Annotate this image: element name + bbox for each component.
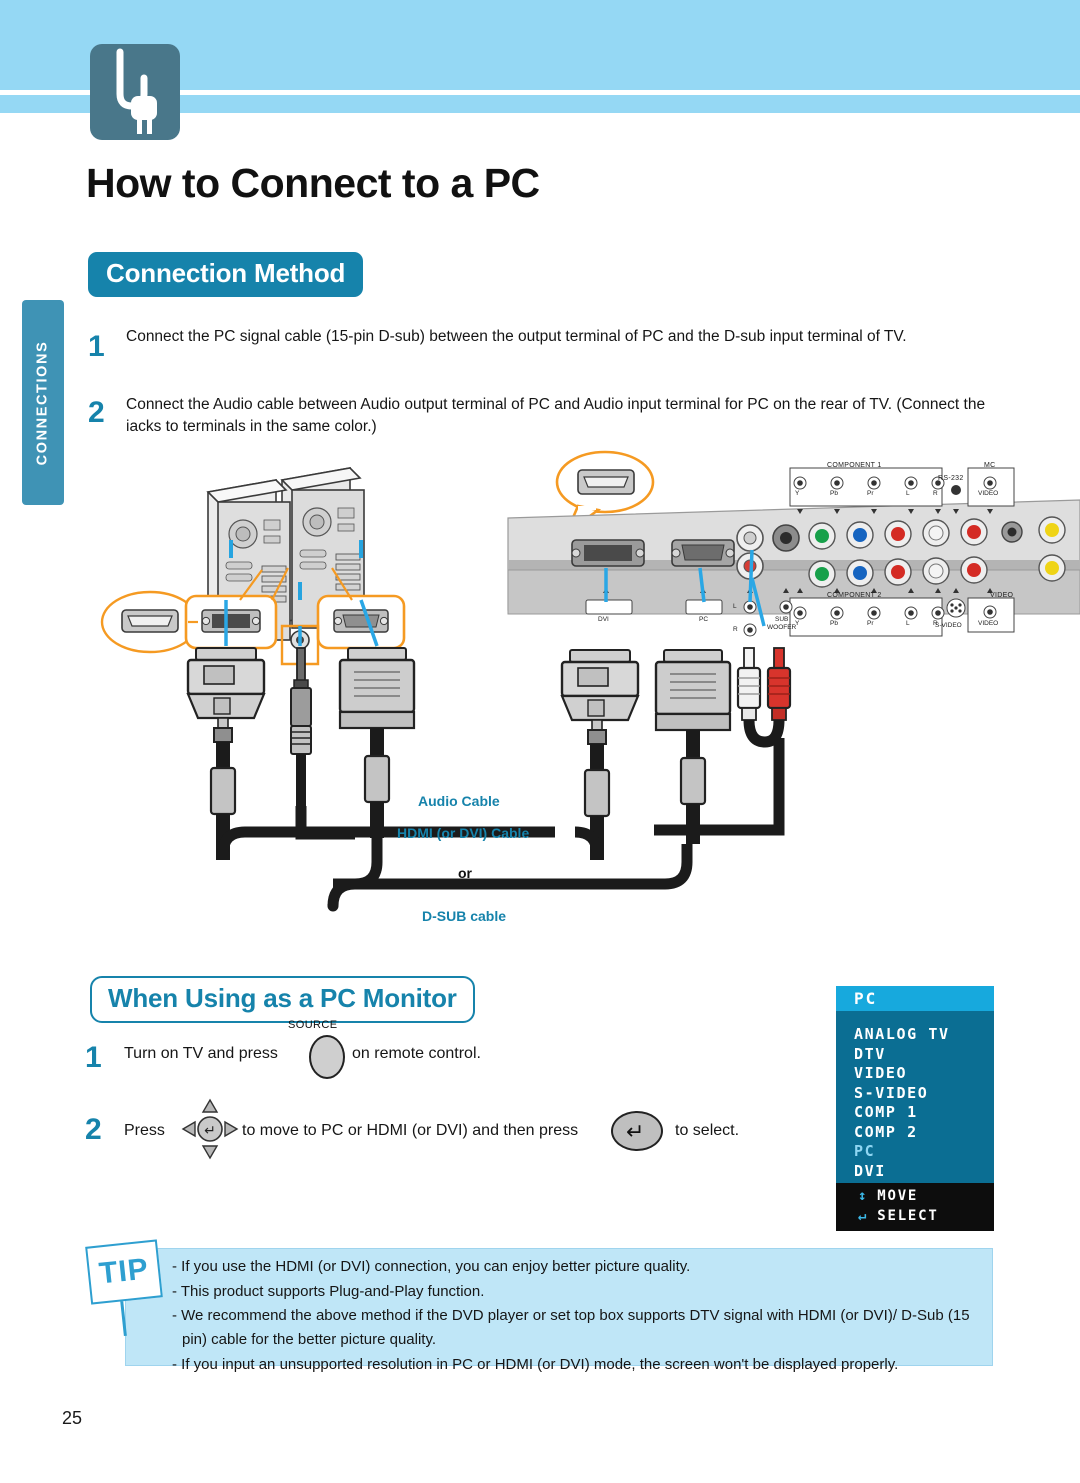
monitor-step-2-text-middle: to move to PC or HDMI (or DVI) and then … <box>242 1122 579 1139</box>
panel-label-svideo: S-VIDEO <box>935 622 962 629</box>
panel-label-pc: PC <box>699 616 709 623</box>
source-button-label: SOURCE <box>288 1019 338 1031</box>
monitor-step-2-text-after: to select. <box>675 1122 740 1139</box>
dpad-button[interactable]: ↵ <box>181 1098 239 1160</box>
vga-cable-plug <box>338 647 416 838</box>
panel-label-audio-l: L <box>733 603 737 610</box>
osd-footer-select-label: SELECT <box>877 1208 939 1225</box>
panel-jack-c1-pb: Pb <box>830 490 838 497</box>
panel-jack-c2-pr: Pr <box>867 620 874 627</box>
step-text-2: Connect the Audio cable between Audio ou… <box>126 396 986 435</box>
osd-item-dtv[interactable]: DTV <box>854 1045 994 1065</box>
panel-group-mc: MC <box>984 462 996 469</box>
monitor-step-1-text-after: on remote control. <box>352 1045 481 1062</box>
step-number-1: 1 <box>88 330 105 363</box>
svg-text:↵: ↵ <box>204 1123 216 1139</box>
panel-jack-c2-pb: Pb <box>830 620 838 627</box>
osd-item-pc[interactable]: PC <box>854 1142 994 1162</box>
panel-jack-c1-l: L <box>906 490 910 497</box>
dsub-cable-path <box>333 844 693 890</box>
dvi-port-callout <box>184 594 278 650</box>
tv-vga-port <box>671 539 735 567</box>
panel-group-video: VIDEO <box>990 592 1014 599</box>
osd-item-list: ANALOG TV DTV VIDEO S-VIDEO COMP 1 COMP … <box>836 1011 994 1201</box>
panel-label-subwoofer-2: WOOFER <box>767 624 797 631</box>
tv-video-jack-top <box>1038 516 1066 544</box>
cable-label-audio: Audio Cable <box>418 793 500 809</box>
panel-jack-c2-l: L <box>906 620 910 627</box>
dvi-cable-plug-tv-side <box>560 649 640 860</box>
monitor-step-2-text-before: Press <box>124 1122 165 1139</box>
cable-label-or: or <box>458 865 472 881</box>
tip-bullet-2: - This product supports Plug-and-Play fu… <box>172 1282 485 1300</box>
enter-icon: ↵ <box>626 1119 645 1144</box>
osd-title: PC <box>836 986 994 1011</box>
osd-item-comp-1[interactable]: COMP 1 <box>854 1103 994 1123</box>
updown-arrow-icon: ↕ <box>858 1188 869 1204</box>
panel-label-audio-r: R <box>733 626 738 633</box>
cable-label-dsub: D-SUB cable <box>422 908 507 924</box>
osd-item-video[interactable]: VIDEO <box>854 1064 994 1084</box>
monitor-step-number-2: 2 <box>85 1113 102 1146</box>
panel-jack-c1-y: Y <box>795 490 800 497</box>
enter-arrow-icon: ↵ <box>858 1208 869 1225</box>
page-title: How to Connect to a PC <box>86 160 540 206</box>
osd-item-s-video[interactable]: S-VIDEO <box>854 1084 994 1104</box>
page-number: 25 <box>62 1408 83 1428</box>
panel-label-dvi: DVI <box>598 616 609 623</box>
step-number-2: 2 <box>88 396 105 429</box>
section-heading-pc-monitor: When Using as a PC Monitor <box>90 976 475 1023</box>
panel-group-component2: COMPONENT 2 <box>827 592 882 599</box>
cable-label-hdmi: HDMI (or DVI) Cable <box>397 825 530 841</box>
tip-bullet-3: - We recommend the above method if the D… <box>172 1307 970 1349</box>
tip-bullet-1: - If you use the HDMI (or DVI) connectio… <box>172 1258 691 1275</box>
source-button[interactable] <box>309 1035 345 1079</box>
osd-item-analog-tv[interactable]: ANALOG TV <box>854 1025 994 1045</box>
tip-bullet-4: - If you input an unsupported resolution… <box>172 1355 899 1373</box>
section-heading-connection-method: Connection Method <box>88 252 364 297</box>
tv-dvi-port <box>571 539 645 567</box>
osd-item-comp-2[interactable]: COMP 2 <box>854 1123 994 1143</box>
osd-item-dvi[interactable]: DVI <box>854 1162 994 1182</box>
osd-footer-move-label: MOVE <box>877 1188 919 1204</box>
panel-group-component1: COMPONENT 1 <box>827 462 882 469</box>
monitor-step-1-text-before: Turn on TV and press <box>124 1045 278 1062</box>
connection-diagram: Audio Cable HDMI (or DVI) Cable or D-SUB… <box>0 450 1080 950</box>
panel-jack-c1-pr: Pr <box>867 490 874 497</box>
step-text-1: Connect the PC signal cable (15-pin D-su… <box>126 328 907 345</box>
power-plug-icon <box>90 44 180 140</box>
tip-badge: TIP <box>85 1239 163 1305</box>
panel-label-subwoofer-1: SUB <box>775 616 789 623</box>
tip-badge-label: TIP <box>97 1252 151 1291</box>
monitor-step-number-1: 1 <box>85 1041 102 1074</box>
osd-source-menu: PC ANALOG TV DTV VIDEO S-VIDEO COMP 1 CO… <box>836 986 994 1231</box>
osd-footer: ↕ MOVE ↵ SELECT <box>836 1183 994 1231</box>
hdmi-port-callout-left <box>100 590 200 654</box>
panel-jack-c1-r: R <box>933 490 938 497</box>
osd-footer-move: ↕ MOVE <box>836 1186 994 1206</box>
enter-button[interactable]: ↵ <box>611 1111 663 1151</box>
vga-cable-plug-tv-side <box>654 649 732 844</box>
panel-label-rs232: RS-232 <box>938 475 964 482</box>
osd-footer-select: ↵ SELECT <box>836 1206 994 1226</box>
tip-bullet-list: - If you use the HDMI (or DVI) connectio… <box>172 1255 982 1377</box>
panel-jack-mc-video: VIDEO <box>978 490 999 497</box>
panel-jack-video: VIDEO <box>978 620 999 627</box>
tv-subwoofer-jack <box>772 524 800 552</box>
